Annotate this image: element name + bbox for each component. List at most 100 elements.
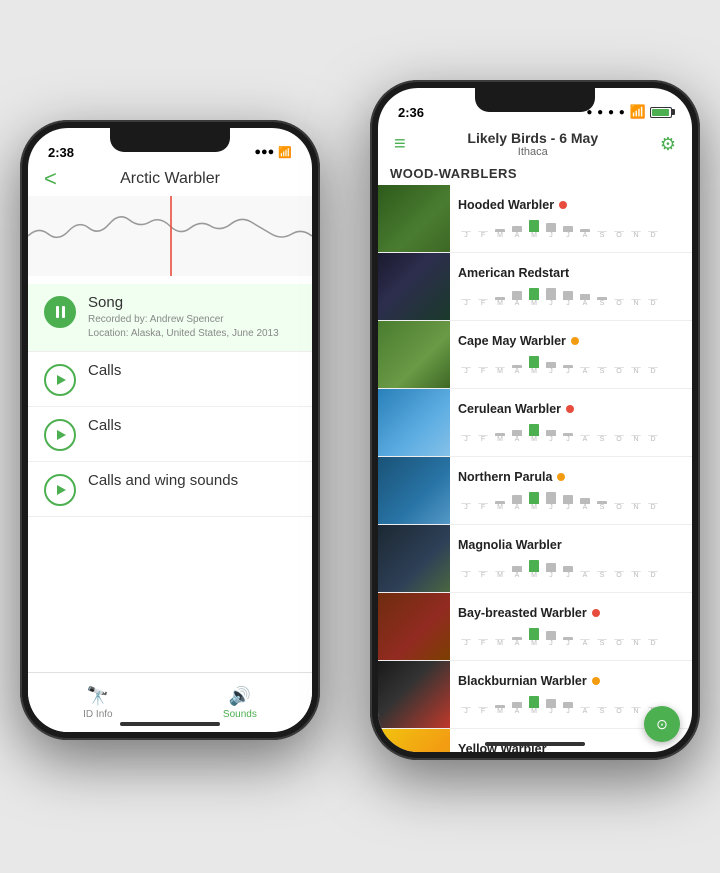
month-lbl-2-8: S [594,368,610,375]
bird-dot-0 [559,201,567,209]
bird-info-3: Cerulean WarblerJFMAMJJASOND [450,389,692,456]
month-lbl-4-0: J [458,504,474,511]
track-calls-2[interactable]: Calls [28,407,312,462]
track-song-name: Song [88,294,296,311]
track-calls-1-info: Calls [88,362,296,381]
bars-2 [458,352,684,368]
month-lbl-4-5: J [543,504,559,511]
month-lbl-2-10: N [628,368,644,375]
bird-item-8[interactable]: Yellow WarblerJFMAMJJASOND [378,729,692,752]
scene: 2:38 ●●● 📶 < Arctic Warbler [0,0,720,873]
month-lbl-3-3: A [509,436,525,443]
month-lbl-7-0: J [458,708,474,715]
bird-name-row-1: American Redstart [458,266,684,280]
phone-1: 2:38 ●●● 📶 < Arctic Warbler [20,120,320,740]
bird-list[interactable]: Hooded WarblerJFMAMJJASONDAmerican Redst… [378,185,692,752]
phone-2-screen: 2:36 ● ● ● ● 📶 ≡ Likely Birds - 6 May It… [378,88,692,752]
bar-4-3 [512,495,522,504]
month-lbl-0-9: O [611,232,627,239]
bird-name-5: Magnolia Warbler [458,538,562,552]
location-fab[interactable]: ⊙ [644,706,680,742]
bar-5-5 [546,563,556,572]
month-lbl-0-3: A [509,232,525,239]
home-bar-1 [120,722,220,726]
month-lbl-7-7: A [577,708,593,715]
month-lbl-5-1: F [475,572,491,579]
nav-id-info[interactable]: 🔭 ID Info [83,686,112,720]
bird-info-2: Cape May WarblerJFMAMJJASOND [450,321,692,388]
bird-item-0[interactable]: Hooded WarblerJFMAMJJASOND [378,185,692,253]
bird-item-3[interactable]: Cerulean WarblerJFMAMJJASOND [378,389,692,457]
nav-sounds[interactable]: 🔊 Sounds [223,686,257,720]
bird-name-row-5: Magnolia Warbler [458,538,684,552]
month-labels-5: JFMAMJJASOND [458,572,684,579]
month-lbl-6-4: M [526,640,542,647]
month-lbl-7-8: S [594,708,610,715]
bird-item-4[interactable]: Northern ParulaJFMAMJJASOND [378,457,692,525]
notch-2 [475,88,595,112]
bird-dot-3 [566,405,574,413]
track-calls-2-info: Calls [88,417,296,436]
p2-title: Likely Birds - 6 May [467,130,598,146]
month-lbl-2-9: O [611,368,627,375]
bars-3 [458,420,684,436]
month-lbl-0-6: J [560,232,576,239]
month-lbl-6-6: J [560,640,576,647]
month-lbl-1-6: J [560,300,576,307]
bird-image-8 [378,729,450,752]
month-lbl-1-2: M [492,300,508,307]
bird-image-5 [378,525,450,592]
play-button-2[interactable] [44,419,76,451]
pause-button[interactable] [44,296,76,328]
month-labels-4: JFMAMJJASOND [458,504,684,511]
track-calls-1[interactable]: Calls [28,352,312,407]
month-lbl-5-9: O [611,572,627,579]
bar-3-4 [529,424,539,436]
track-wing[interactable]: Calls and wing sounds [28,462,312,517]
wifi-icon-2: 📶 [630,104,646,120]
bird-info-1: American RedstartJFMAMJJASOND [450,253,692,320]
track-list: Song Recorded by: Andrew Spencer Locatio… [28,284,312,732]
compass-icon: ⊙ [656,716,668,733]
bird-image-1 [378,253,450,320]
track-calls-2-name: Calls [88,417,296,434]
bird-item-5[interactable]: Magnolia WarblerJFMAMJJASOND [378,525,692,593]
track-wing-name: Calls and wing sounds [88,472,296,489]
p1-header: < Arctic Warbler [28,166,312,196]
bird-info-0: Hooded WarblerJFMAMJJASOND [450,185,692,252]
month-lbl-5-7: A [577,572,593,579]
month-lbl-7-3: A [509,708,525,715]
month-lbl-4-2: M [492,504,508,511]
month-lbl-2-5: J [543,368,559,375]
month-lbl-6-1: F [475,640,491,647]
filter-icon[interactable]: ⚙ [660,134,676,155]
track-song-meta2: Location: Alaska, United States, June 20… [88,327,296,341]
track-song[interactable]: Song Recorded by: Andrew Spencer Locatio… [28,284,312,352]
month-lbl-0-5: J [543,232,559,239]
bird-info-5: Magnolia WarblerJFMAMJJASOND [450,525,692,592]
month-labels-2: JFMAMJJASOND [458,368,684,375]
bird-image-6 [378,593,450,660]
bird-chart-3: JFMAMJJASOND [458,420,684,443]
bird-image-3 [378,389,450,456]
track-calls-1-name: Calls [88,362,296,379]
bar-1-3 [512,291,522,300]
play-button-1[interactable] [44,364,76,396]
back-button[interactable]: < [44,166,57,192]
track-wing-info: Calls and wing sounds [88,472,296,491]
bird-item-6[interactable]: Bay-breasted WarblerJFMAMJJASOND [378,593,692,661]
bird-item-1[interactable]: American RedstartJFMAMJJASOND [378,253,692,321]
play-button-3[interactable] [44,474,76,506]
bird-item-2[interactable]: Cape May WarblerJFMAMJJASOND [378,321,692,389]
time-2: 2:36 [398,105,424,120]
waveform[interactable] [28,196,312,276]
bird-dot-2 [571,337,579,345]
month-lbl-5-10: N [628,572,644,579]
bird-name-row-6: Bay-breasted Warbler [458,606,684,620]
menu-icon[interactable]: ≡ [394,134,406,154]
month-lbl-5-0: J [458,572,474,579]
play-icon-1 [57,375,66,385]
month-labels-0: JFMAMJJASOND [458,232,684,239]
bird-list-inner: Hooded WarblerJFMAMJJASONDAmerican Redst… [378,185,692,752]
signal-icon: ●●● [254,146,274,158]
